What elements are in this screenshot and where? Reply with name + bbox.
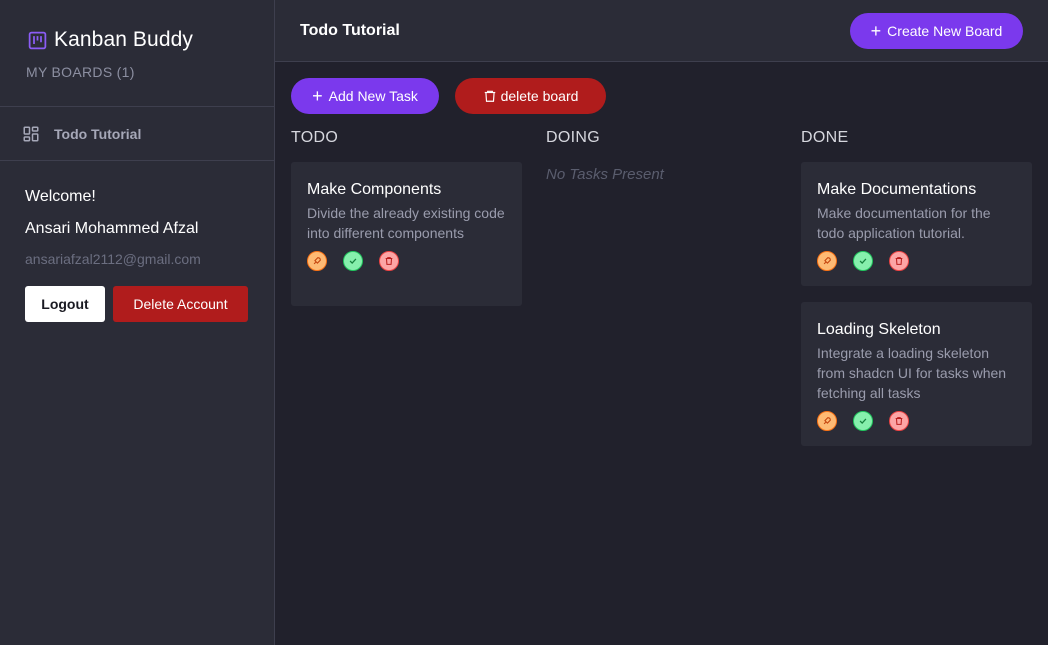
task-description: Integrate a loading skeleton from shadcn… xyxy=(817,345,1007,401)
task-actions xyxy=(817,411,1016,431)
rocket-icon[interactable] xyxy=(817,411,837,431)
check-icon[interactable] xyxy=(853,251,873,271)
task-title: Make Components xyxy=(307,181,442,198)
sidebar-item-label: Todo Tutorial xyxy=(54,125,142,142)
column-title-done: DONE xyxy=(801,129,849,146)
delete-board-label: delete board xyxy=(500,88,579,104)
task-card[interactable]: Loading Skeleton Integrate a loading ske… xyxy=(801,302,1032,446)
welcome-text: Welcome! xyxy=(25,188,96,205)
trash-icon[interactable] xyxy=(889,251,909,271)
brand-title: Kanban Buddy xyxy=(54,28,193,51)
sidebar: Kanban Buddy MY BOARDS (1) Todo Tutorial… xyxy=(0,0,275,645)
add-new-task-label: Add New Task xyxy=(328,88,418,104)
check-icon[interactable] xyxy=(343,251,363,271)
trash-icon[interactable] xyxy=(379,251,399,271)
column-title-doing: DOING xyxy=(546,129,600,146)
create-new-board-label: Create New Board xyxy=(887,23,1003,39)
board-grid-icon xyxy=(23,126,39,141)
task-description: Divide the already existing code into di… xyxy=(307,205,505,241)
boards-count: MY BOARDS (1) xyxy=(26,64,135,80)
user-name: Ansari Mohammed Afzal xyxy=(25,220,199,237)
plus-icon: + xyxy=(312,86,323,106)
task-description: Make documentation for the todo applicat… xyxy=(817,205,991,241)
task-actions xyxy=(817,251,1016,271)
task-card[interactable]: Make Components Divide the already exist… xyxy=(291,162,522,306)
task-title: Loading Skeleton xyxy=(817,321,941,338)
task-title: Make Documentations xyxy=(817,181,977,198)
sidebar-item-todo-tutorial[interactable]: Todo Tutorial xyxy=(0,107,275,160)
board-title: Todo Tutorial xyxy=(300,22,400,39)
create-new-board-button[interactable]: + Create New Board xyxy=(850,13,1023,49)
kanban-logo-icon xyxy=(28,31,47,49)
user-email: ansariafzal2112@gmail.com xyxy=(25,251,201,267)
rocket-icon[interactable] xyxy=(307,251,327,271)
header: Todo Tutorial + Create New Board xyxy=(275,0,1048,62)
column-title-todo: TODO xyxy=(291,129,339,146)
delete-board-button[interactable]: delete board xyxy=(455,78,606,114)
rocket-icon[interactable] xyxy=(817,251,837,271)
check-icon[interactable] xyxy=(853,411,873,431)
brand: Kanban Buddy xyxy=(27,28,193,52)
plus-icon: + xyxy=(870,21,882,41)
add-new-task-button[interactable]: + Add New Task xyxy=(291,78,439,114)
divider xyxy=(0,160,275,161)
trash-icon xyxy=(484,90,495,102)
empty-state-text: No Tasks Present xyxy=(546,166,664,183)
task-actions xyxy=(307,251,506,271)
delete-account-button[interactable]: Delete Account xyxy=(113,286,248,322)
trash-icon[interactable] xyxy=(889,411,909,431)
task-card[interactable]: Make Documentations Make documentation f… xyxy=(801,162,1032,286)
logout-button[interactable]: Logout xyxy=(25,286,105,322)
